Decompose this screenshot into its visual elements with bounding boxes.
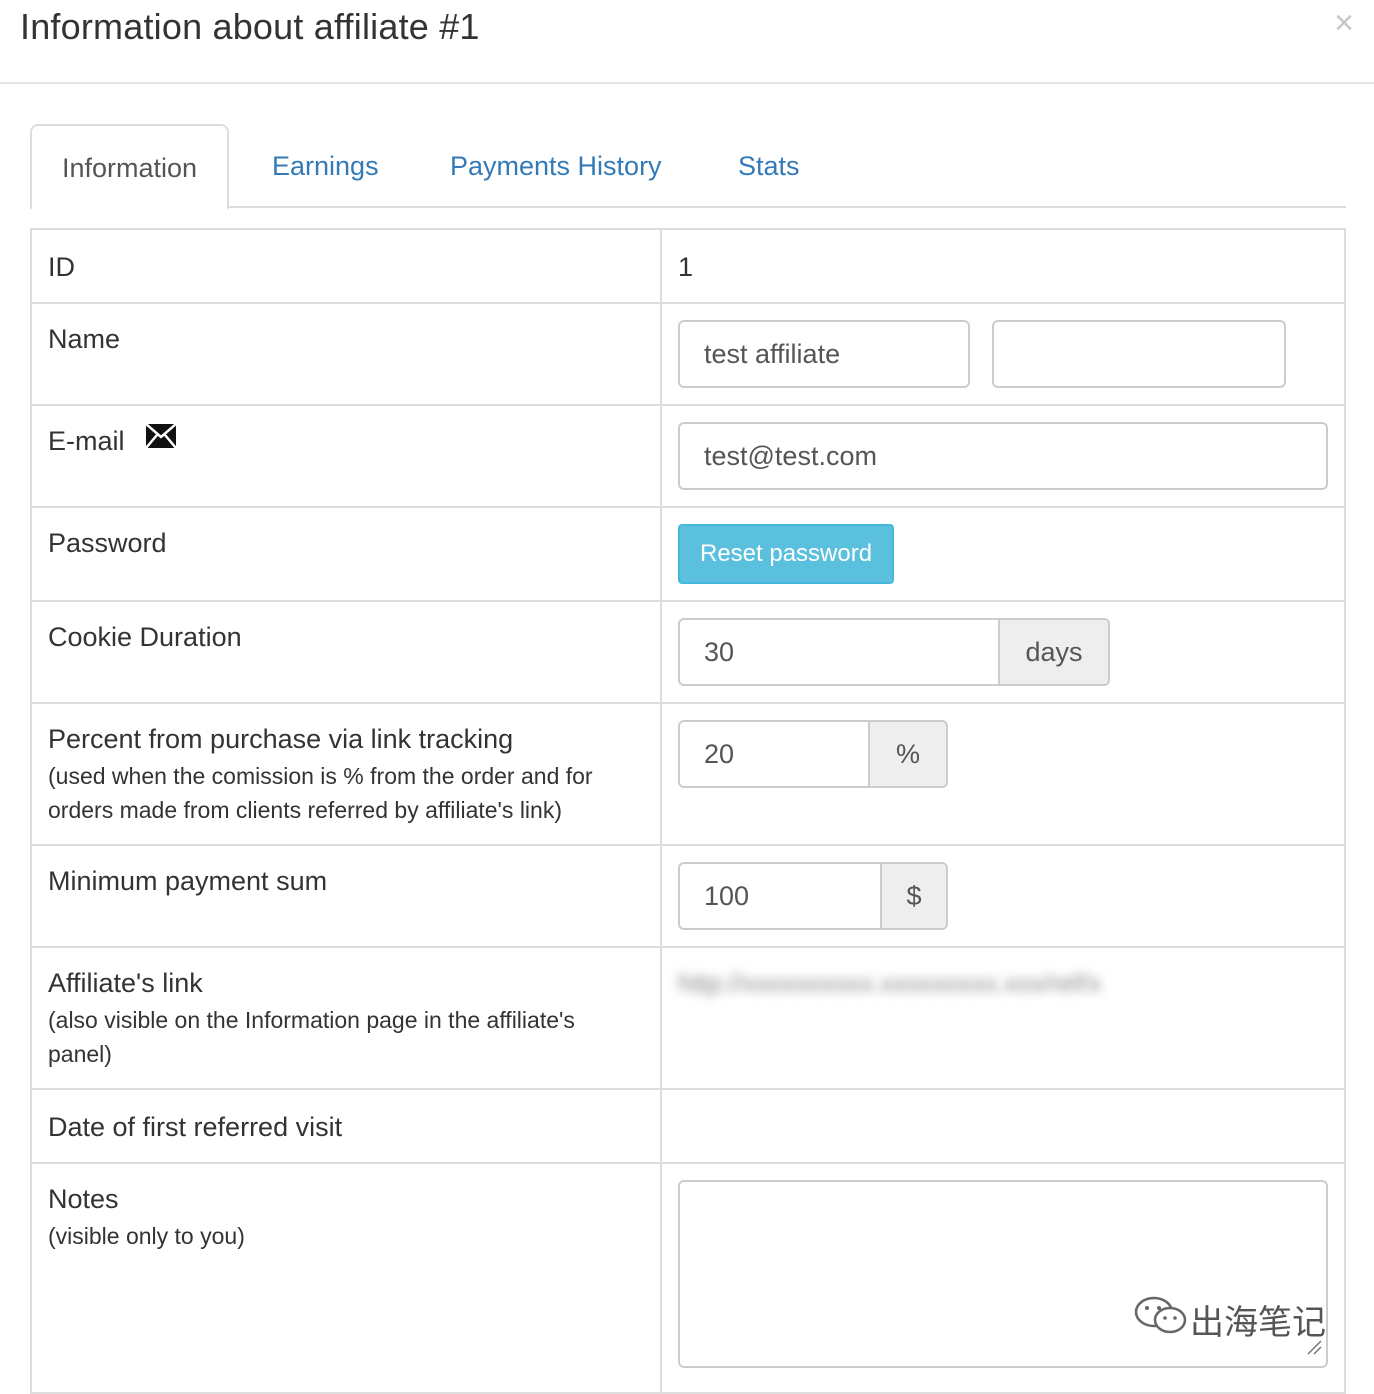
- cookie-duration-group: 30 days: [678, 618, 1110, 686]
- first-visit-label: Date of first referred visit: [30, 1088, 662, 1164]
- email-label: E-mail: [48, 426, 125, 456]
- percent-group: 20 %: [678, 720, 948, 788]
- wechat-icon: [1132, 1295, 1190, 1344]
- row-cookie-duration: Cookie Duration 30 days: [30, 600, 1346, 704]
- tab-payments-history[interactable]: Payments History: [420, 124, 692, 208]
- cookie-duration-label: Cookie Duration: [30, 600, 662, 704]
- tab-earnings[interactable]: Earnings: [242, 124, 409, 208]
- notes-hint: (visible only to you): [48, 1223, 245, 1249]
- row-percent: Percent from purchase via link tracking …: [30, 702, 1346, 846]
- email-input[interactable]: test@test.com: [678, 422, 1328, 490]
- affiliate-link-hint: (also visible on the Information page in…: [48, 1007, 575, 1067]
- row-affiliate-link: Affiliate's link (also visible on the In…: [30, 946, 1346, 1090]
- row-minimum-payment: Minimum payment sum 100 $: [30, 844, 1346, 948]
- id-value: 1: [660, 228, 1346, 304]
- reset-password-button[interactable]: Reset password: [678, 524, 895, 584]
- modal-header: Information about affiliate #1 ×: [0, 0, 1374, 84]
- percent-label: Percent from purchase via link tracking: [48, 724, 514, 754]
- minimum-payment-unit: $: [882, 862, 948, 930]
- minimum-payment-group: 100 $: [678, 862, 948, 930]
- modal-title: Information about affiliate #1: [20, 6, 480, 47]
- tab-bar: Information Earnings Payments History St…: [30, 124, 1346, 210]
- percent-unit: %: [870, 720, 948, 788]
- minimum-payment-input[interactable]: 100: [678, 862, 882, 930]
- cookie-duration-input[interactable]: 30: [678, 618, 1000, 686]
- affiliate-link-value[interactable]: http://xxxxxxxxxx.xxxxxxxxx.xxx/ref/x: [678, 968, 1101, 999]
- row-first-visit: Date of first referred visit: [30, 1088, 1346, 1164]
- row-id: ID 1: [30, 228, 1346, 304]
- affiliate-link-label: Affiliate's link: [48, 968, 203, 998]
- affiliate-info-table: ID 1 Name test affiliate E-mail test@tes…: [30, 228, 1346, 1394]
- close-icon[interactable]: ×: [1334, 6, 1354, 40]
- password-label: Password: [30, 506, 662, 602]
- envelope-icon[interactable]: [145, 423, 177, 455]
- first-name-input[interactable]: test affiliate: [678, 320, 970, 388]
- row-notes: Notes (visible only to you): [30, 1162, 1346, 1394]
- tab-stats[interactable]: Stats: [708, 124, 830, 208]
- tab-information[interactable]: Information: [30, 124, 230, 210]
- first-visit-value: [660, 1088, 1346, 1164]
- row-password: Password Reset password: [30, 506, 1346, 602]
- row-name: Name test affiliate: [30, 302, 1346, 406]
- watermark: 出海笔记: [1132, 1295, 1326, 1344]
- id-label: ID: [30, 228, 662, 304]
- cookie-duration-unit: days: [1000, 618, 1110, 686]
- watermark-text: 出海笔记: [1190, 1302, 1326, 1343]
- row-email: E-mail test@test.com: [30, 404, 1346, 508]
- percent-hint: (used when the comission is % from the o…: [48, 763, 593, 823]
- name-label: Name: [30, 302, 662, 406]
- notes-label: Notes: [48, 1184, 119, 1214]
- percent-input[interactable]: 20: [678, 720, 870, 788]
- last-name-input[interactable]: [991, 320, 1286, 388]
- minimum-payment-label: Minimum payment sum: [30, 844, 662, 948]
